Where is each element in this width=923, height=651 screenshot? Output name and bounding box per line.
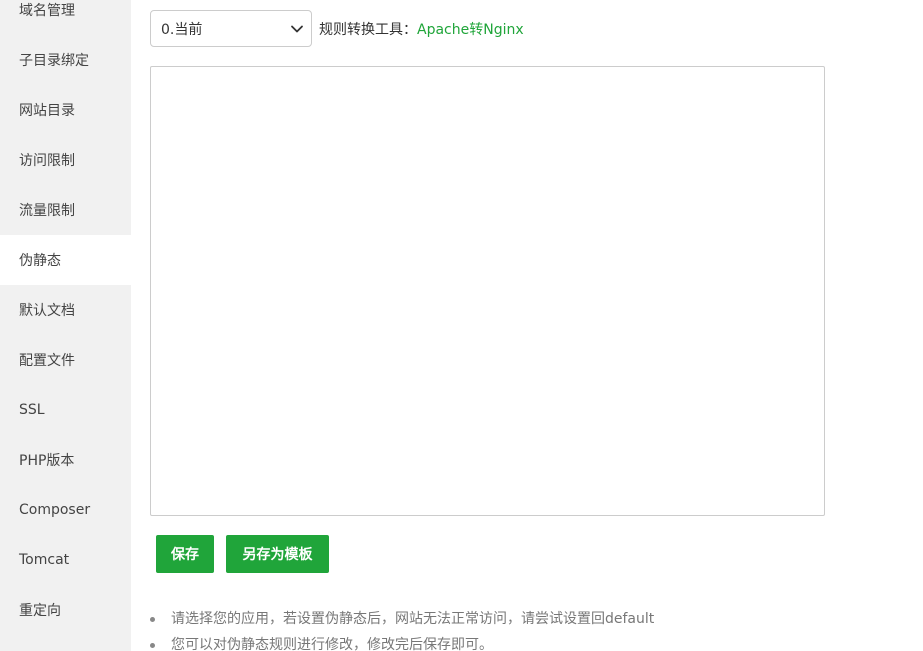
sidebar-item-ssl[interactable]: SSL bbox=[0, 385, 131, 435]
list-item: 请选择您的应用，若设置伪静态后，网站无法正常访问，请尝试设置回default bbox=[150, 607, 654, 633]
tips-list: 请选择您的应用，若设置伪静态后，网站无法正常访问，请尝试设置回default 您… bbox=[150, 607, 654, 651]
rewrite-template-select-value: 0.当前 bbox=[161, 21, 203, 38]
sidebar-item-traffic-limit[interactable]: 流量限制 bbox=[0, 185, 131, 235]
sidebar-item-label: PHP版本 bbox=[19, 453, 75, 469]
sidebar-item-rewrite[interactable]: 伪静态 bbox=[0, 235, 131, 285]
sidebar-item-domain[interactable]: 域名管理 bbox=[0, 0, 131, 35]
sidebar-item-label: 域名管理 bbox=[19, 3, 75, 19]
site-settings-panel: 域名管理 子目录绑定 网站目录 访问限制 流量限制 伪静态 默认文档 配置文件 … bbox=[0, 0, 923, 651]
sidebar-item-label: 重定向 bbox=[19, 603, 61, 619]
apache-to-nginx-link[interactable]: Apache转Nginx bbox=[417, 22, 524, 38]
sidebar-item-access-limit[interactable]: 访问限制 bbox=[0, 135, 131, 185]
chevron-down-icon bbox=[291, 25, 303, 33]
sidebar-item-composer[interactable]: Composer bbox=[0, 485, 131, 535]
sidebar-item-label: 访问限制 bbox=[19, 153, 75, 169]
rewrite-rules-editor[interactable] bbox=[150, 66, 825, 516]
sidebar-item-label: Composer bbox=[19, 502, 91, 518]
sidebar-item-label: Tomcat bbox=[19, 552, 70, 568]
sidebar-item-site-directory[interactable]: 网站目录 bbox=[0, 85, 131, 135]
rule-converter-row: 规则转换工具：Apache转Nginx bbox=[319, 19, 524, 39]
sidebar-item-php-version[interactable]: PHP版本 bbox=[0, 435, 131, 485]
rewrite-main-panel: 0.当前 规则转换工具：Apache转Nginx 保存 另存为模板 请选择您的应… bbox=[131, 0, 923, 651]
sidebar-item-label: 网站目录 bbox=[19, 103, 75, 119]
list-item: 您可以对伪静态规则进行修改，修改完后保存即可。 bbox=[150, 633, 654, 651]
tip-text: 您可以对伪静态规则进行修改，修改完后保存即可。 bbox=[171, 637, 493, 651]
tip-text: 请选择您的应用，若设置伪静态后，网站无法正常访问，请尝试设置回default bbox=[171, 611, 655, 627]
save-as-template-button[interactable]: 另存为模板 bbox=[226, 535, 329, 573]
sidebar-item-label: 默认文档 bbox=[19, 303, 75, 319]
sidebar: 域名管理 子目录绑定 网站目录 访问限制 流量限制 伪静态 默认文档 配置文件 … bbox=[0, 0, 131, 651]
sidebar-item-subdirectory-binding[interactable]: 子目录绑定 bbox=[0, 35, 131, 85]
sidebar-item-default-document[interactable]: 默认文档 bbox=[0, 285, 131, 335]
sidebar-item-label: 流量限制 bbox=[19, 203, 75, 219]
sidebar-item-label: 子目录绑定 bbox=[19, 53, 89, 69]
sidebar-item-label: 配置文件 bbox=[19, 353, 75, 369]
sidebar-item-label: 伪静态 bbox=[19, 253, 61, 269]
save-button[interactable]: 保存 bbox=[156, 535, 214, 573]
rewrite-template-select[interactable]: 0.当前 bbox=[150, 10, 312, 47]
sidebar-item-redirect[interactable]: 重定向 bbox=[0, 585, 131, 635]
sidebar-item-config-file[interactable]: 配置文件 bbox=[0, 335, 131, 385]
bullet-icon bbox=[150, 643, 155, 648]
rule-converter-label: 规则转换工具： bbox=[319, 22, 417, 38]
sidebar-item-tomcat[interactable]: Tomcat bbox=[0, 535, 131, 585]
bullet-icon bbox=[150, 617, 155, 622]
sidebar-item-label: SSL bbox=[19, 402, 45, 418]
